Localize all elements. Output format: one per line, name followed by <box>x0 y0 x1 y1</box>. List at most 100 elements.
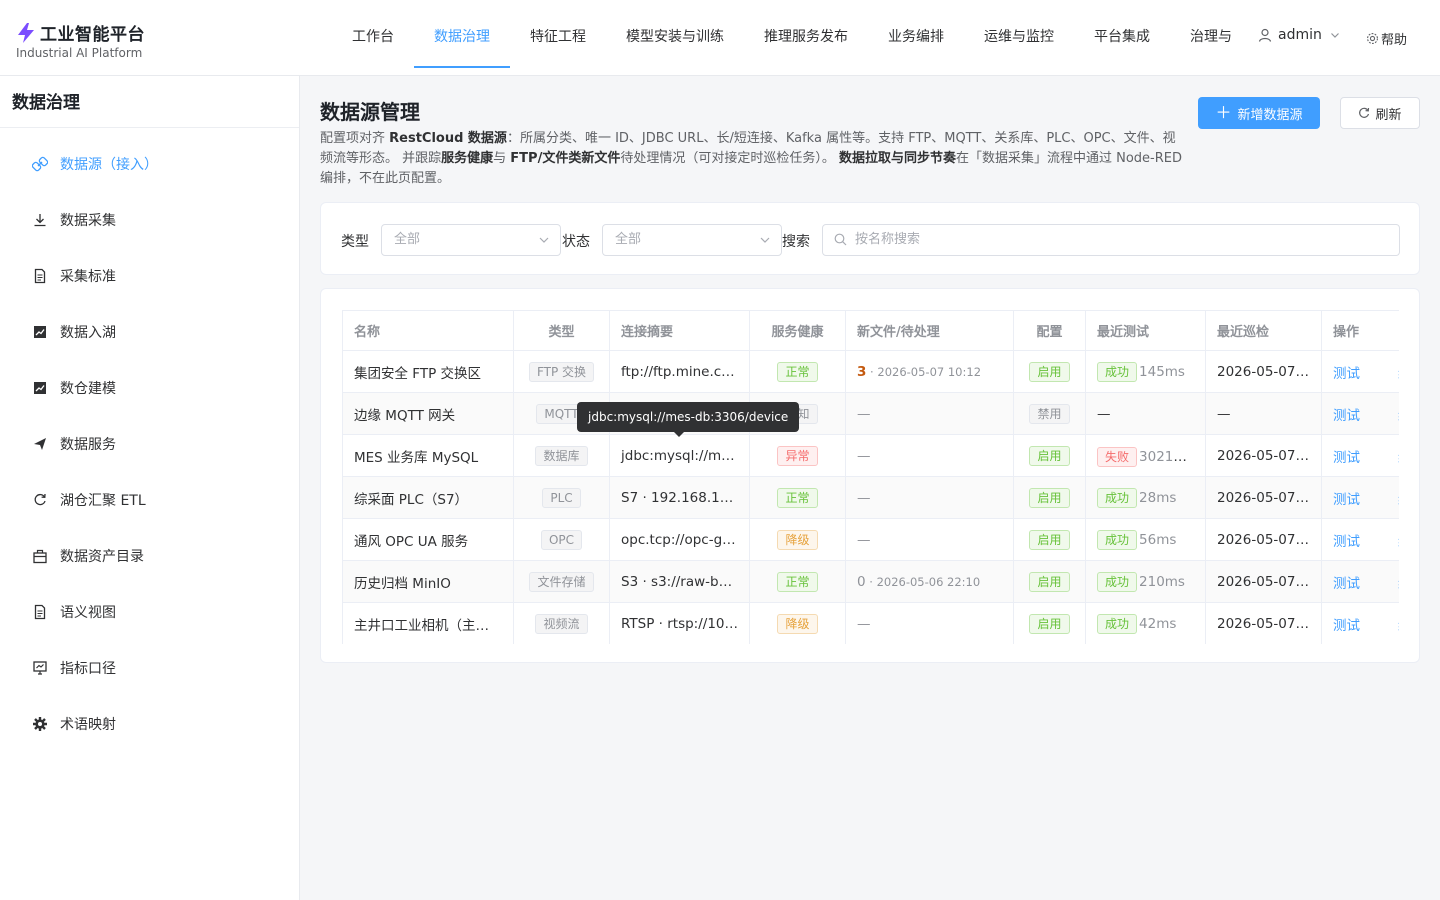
cell-type: 数据库 <box>513 434 610 477</box>
sidebar-item-3[interactable]: 数据入湖 <box>0 304 299 360</box>
sidebar-item-9[interactable]: 指标口径 <box>0 640 299 696</box>
user-name: admin <box>1278 27 1322 43</box>
cell-connection[interactable]: S7 · 192.168.10.21 <box>609 476 750 519</box>
cell-config: 禁用 <box>1013 392 1086 435</box>
sidebar-item-8[interactable]: 语义视图 <box>0 584 299 640</box>
status-select[interactable]: 全部 <box>602 224 782 256</box>
topnav-item-8[interactable]: 治理与 <box>1170 0 1238 68</box>
sidebar-item-label: 语义视图 <box>60 605 116 621</box>
topnav-item-1[interactable]: 数据治理 <box>414 0 510 68</box>
topnav-item-0[interactable]: 工作台 <box>332 0 414 68</box>
table-row[interactable]: 历史归档 MinIO 文件存储 S3 · s3://raw-bucket 正常 0 · … <box>342 560 1399 603</box>
table-row[interactable]: 综采面 PLC（S7） PLC S7 · 192.168.10.21 正常 — 启用 成功 2… <box>342 476 1399 519</box>
sidebar-item-7[interactable]: 数据资产目录 <box>0 528 299 584</box>
test-link[interactable]: 测试 <box>1333 618 1360 634</box>
sidebar-item-6[interactable]: 湖仓汇聚 ETL <box>0 472 299 528</box>
table-row[interactable]: 集团安全 FTP 交换区 FTP 交换 ftp://ftp.mine.corp/in… <box>342 350 1399 393</box>
user-icon <box>1258 28 1272 42</box>
cell-new-files: — <box>845 392 1014 435</box>
config-badge: 禁用 <box>1029 403 1070 424</box>
new-file-date: 2026-05-07 10:12 <box>877 364 982 379</box>
monitor-icon <box>32 660 48 676</box>
cell-last-inspect: — <box>1205 392 1322 435</box>
health-badge: 降级 <box>777 613 818 634</box>
cell-last-test: 成功 42ms <box>1085 602 1206 644</box>
edit-link[interactable]: 编 <box>1398 534 1399 550</box>
sidebar-item-label: 数据源（接入） <box>60 157 158 173</box>
topnav-item-3[interactable]: 模型安装与训练 <box>606 0 744 68</box>
test-status-badge: 失败 <box>1097 446 1138 467</box>
test-link[interactable]: 测试 <box>1333 450 1360 466</box>
cell-new-files: 0 · 2026-05-06 22:10 <box>845 560 1014 603</box>
top-nav: 工作台 数据治理 特征工程 模型安装与训练 推理服务发布 业务编排 运维与监控 平台集成 治理与 <box>332 0 1238 68</box>
table-row[interactable]: MES 业务库 MySQL 数据库 jdbc:mysql://mes-db:3306… <box>342 434 1399 477</box>
topnav-item-4[interactable]: 推理服务发布 <box>744 0 868 68</box>
cell-last-inspect: 2026-05-07 10:15 <box>1205 476 1322 519</box>
topnav-item-2[interactable]: 特征工程 <box>510 0 606 68</box>
sidebar-item-4[interactable]: 数仓建模 <box>0 360 299 416</box>
type-select[interactable]: 全部 <box>381 224 561 256</box>
config-badge: 启用 <box>1029 529 1070 550</box>
cell-last-inspect: 2026-05-07 10:15 <box>1205 350 1322 393</box>
table-scroll-area[interactable]: 名称 类型 连接摘要 服务健康 新文件/待处理 配置 最近测试 最近巡检 操作 集团安全 FTP… <box>342 310 1399 644</box>
cell-connection[interactable]: jdbc:mysql://mes-db:3306/device <box>609 434 750 477</box>
edit-link[interactable]: 编 <box>1398 450 1399 466</box>
sidebar-item-1[interactable]: 数据采集 <box>0 192 299 248</box>
topnav-item-5[interactable]: 业务编排 <box>868 0 964 68</box>
help-label: 帮助 <box>1381 33 1408 48</box>
cell-new-files: 3 · 2026-05-07 10:12 <box>845 350 1014 393</box>
test-link[interactable]: 测试 <box>1333 408 1360 424</box>
sidebar-item-0[interactable]: 数据源（接入） <box>0 136 299 192</box>
empty-dash: — <box>1097 405 1111 422</box>
sidebar-item-10[interactable]: 术语映射 <box>0 696 299 752</box>
cell-last-inspect: 2026-05-07 11:00 <box>1205 602 1322 644</box>
cell-last-test: 成功 56ms <box>1085 518 1206 561</box>
cell-type: 视频流 <box>513 602 610 644</box>
table-row[interactable]: 通风 OPC UA 服务 OPC opc.tcp://opc-gw:4840 降级 — 启… <box>342 518 1399 561</box>
refresh-button[interactable]: 刷新 <box>1340 97 1420 129</box>
desc-part-6: 待处理情况（可对接定时巡检任务）。 <box>620 151 839 166</box>
search-input[interactable]: 按名称搜索 <box>822 224 1400 256</box>
topnav-item-6[interactable]: 运维与监控 <box>964 0 1074 68</box>
help-link[interactable]: 帮助 <box>1366 29 1407 48</box>
sidebar-item-2[interactable]: 采集标准 <box>0 248 299 304</box>
sidebar-item-label: 数仓建模 <box>60 381 116 397</box>
add-datasource-button[interactable]: ＋ 新增数据源 <box>1198 97 1320 129</box>
column-header-5: 配置 <box>1013 310 1086 351</box>
cell-name: 通风 OPC UA 服务 <box>342 518 514 561</box>
test-link[interactable]: 测试 <box>1333 492 1360 508</box>
topnav-item-7[interactable]: 平台集成 <box>1074 0 1170 68</box>
test-link[interactable]: 测试 <box>1333 366 1360 382</box>
test-link[interactable]: 测试 <box>1333 534 1360 550</box>
user-menu[interactable]: admin <box>1258 27 1346 43</box>
type-tag: FTP 交换 <box>528 361 595 382</box>
link-icon <box>32 156 48 172</box>
cell-connection[interactable]: opc.tcp://opc-gw:4840 <box>609 518 750 561</box>
sidebar-item-label: 采集标准 <box>60 269 116 285</box>
edit-link[interactable]: 编 <box>1398 366 1399 382</box>
cell-actions: 测试 编 <box>1321 476 1399 519</box>
cell-name: 综采面 PLC（S7） <box>342 476 514 519</box>
test-link[interactable]: 测试 <box>1333 576 1360 592</box>
edit-link[interactable]: 编 <box>1398 576 1399 592</box>
cell-health: 正常 <box>749 560 846 603</box>
cell-connection[interactable]: ftp://ftp.mine.corp/inbox <box>609 350 750 393</box>
type-tag: 文件存储 <box>529 571 594 592</box>
edit-link[interactable]: 编 <box>1398 618 1399 634</box>
edit-link[interactable]: 编 <box>1398 492 1399 508</box>
sidebar-item-5[interactable]: 数据服务 <box>0 416 299 472</box>
chart-icon <box>32 324 48 340</box>
test-status-badge: 成功 <box>1097 487 1138 508</box>
health-badge: 正常 <box>777 487 818 508</box>
cell-connection[interactable]: RTSP · rtsp://10.0.0.8/live <box>609 602 750 644</box>
test-latency: 56ms <box>1139 531 1177 548</box>
cell-health: 降级 <box>749 518 846 561</box>
edit-link[interactable]: 编 <box>1398 408 1399 424</box>
cell-connection[interactable]: S3 · s3://raw-bucket <box>609 560 750 603</box>
chevron-down-icon <box>1330 33 1339 38</box>
chevron-down-icon <box>760 237 770 243</box>
filter-bar: 类型 全部 状态 全部 搜索 按名称搜索 <box>320 202 1420 275</box>
app-logo[interactable]: 工业智能平台 Industrial AI Platform <box>16 20 145 60</box>
table-row[interactable]: 主井口工业相机（主井口） 视频流 RTSP · rtsp://10.0.0.8/li… <box>342 602 1399 644</box>
table-row[interactable]: 边缘 MQTT 网关MQTTmqtt://edge-gw:1883未知—禁用——… <box>342 392 1399 435</box>
